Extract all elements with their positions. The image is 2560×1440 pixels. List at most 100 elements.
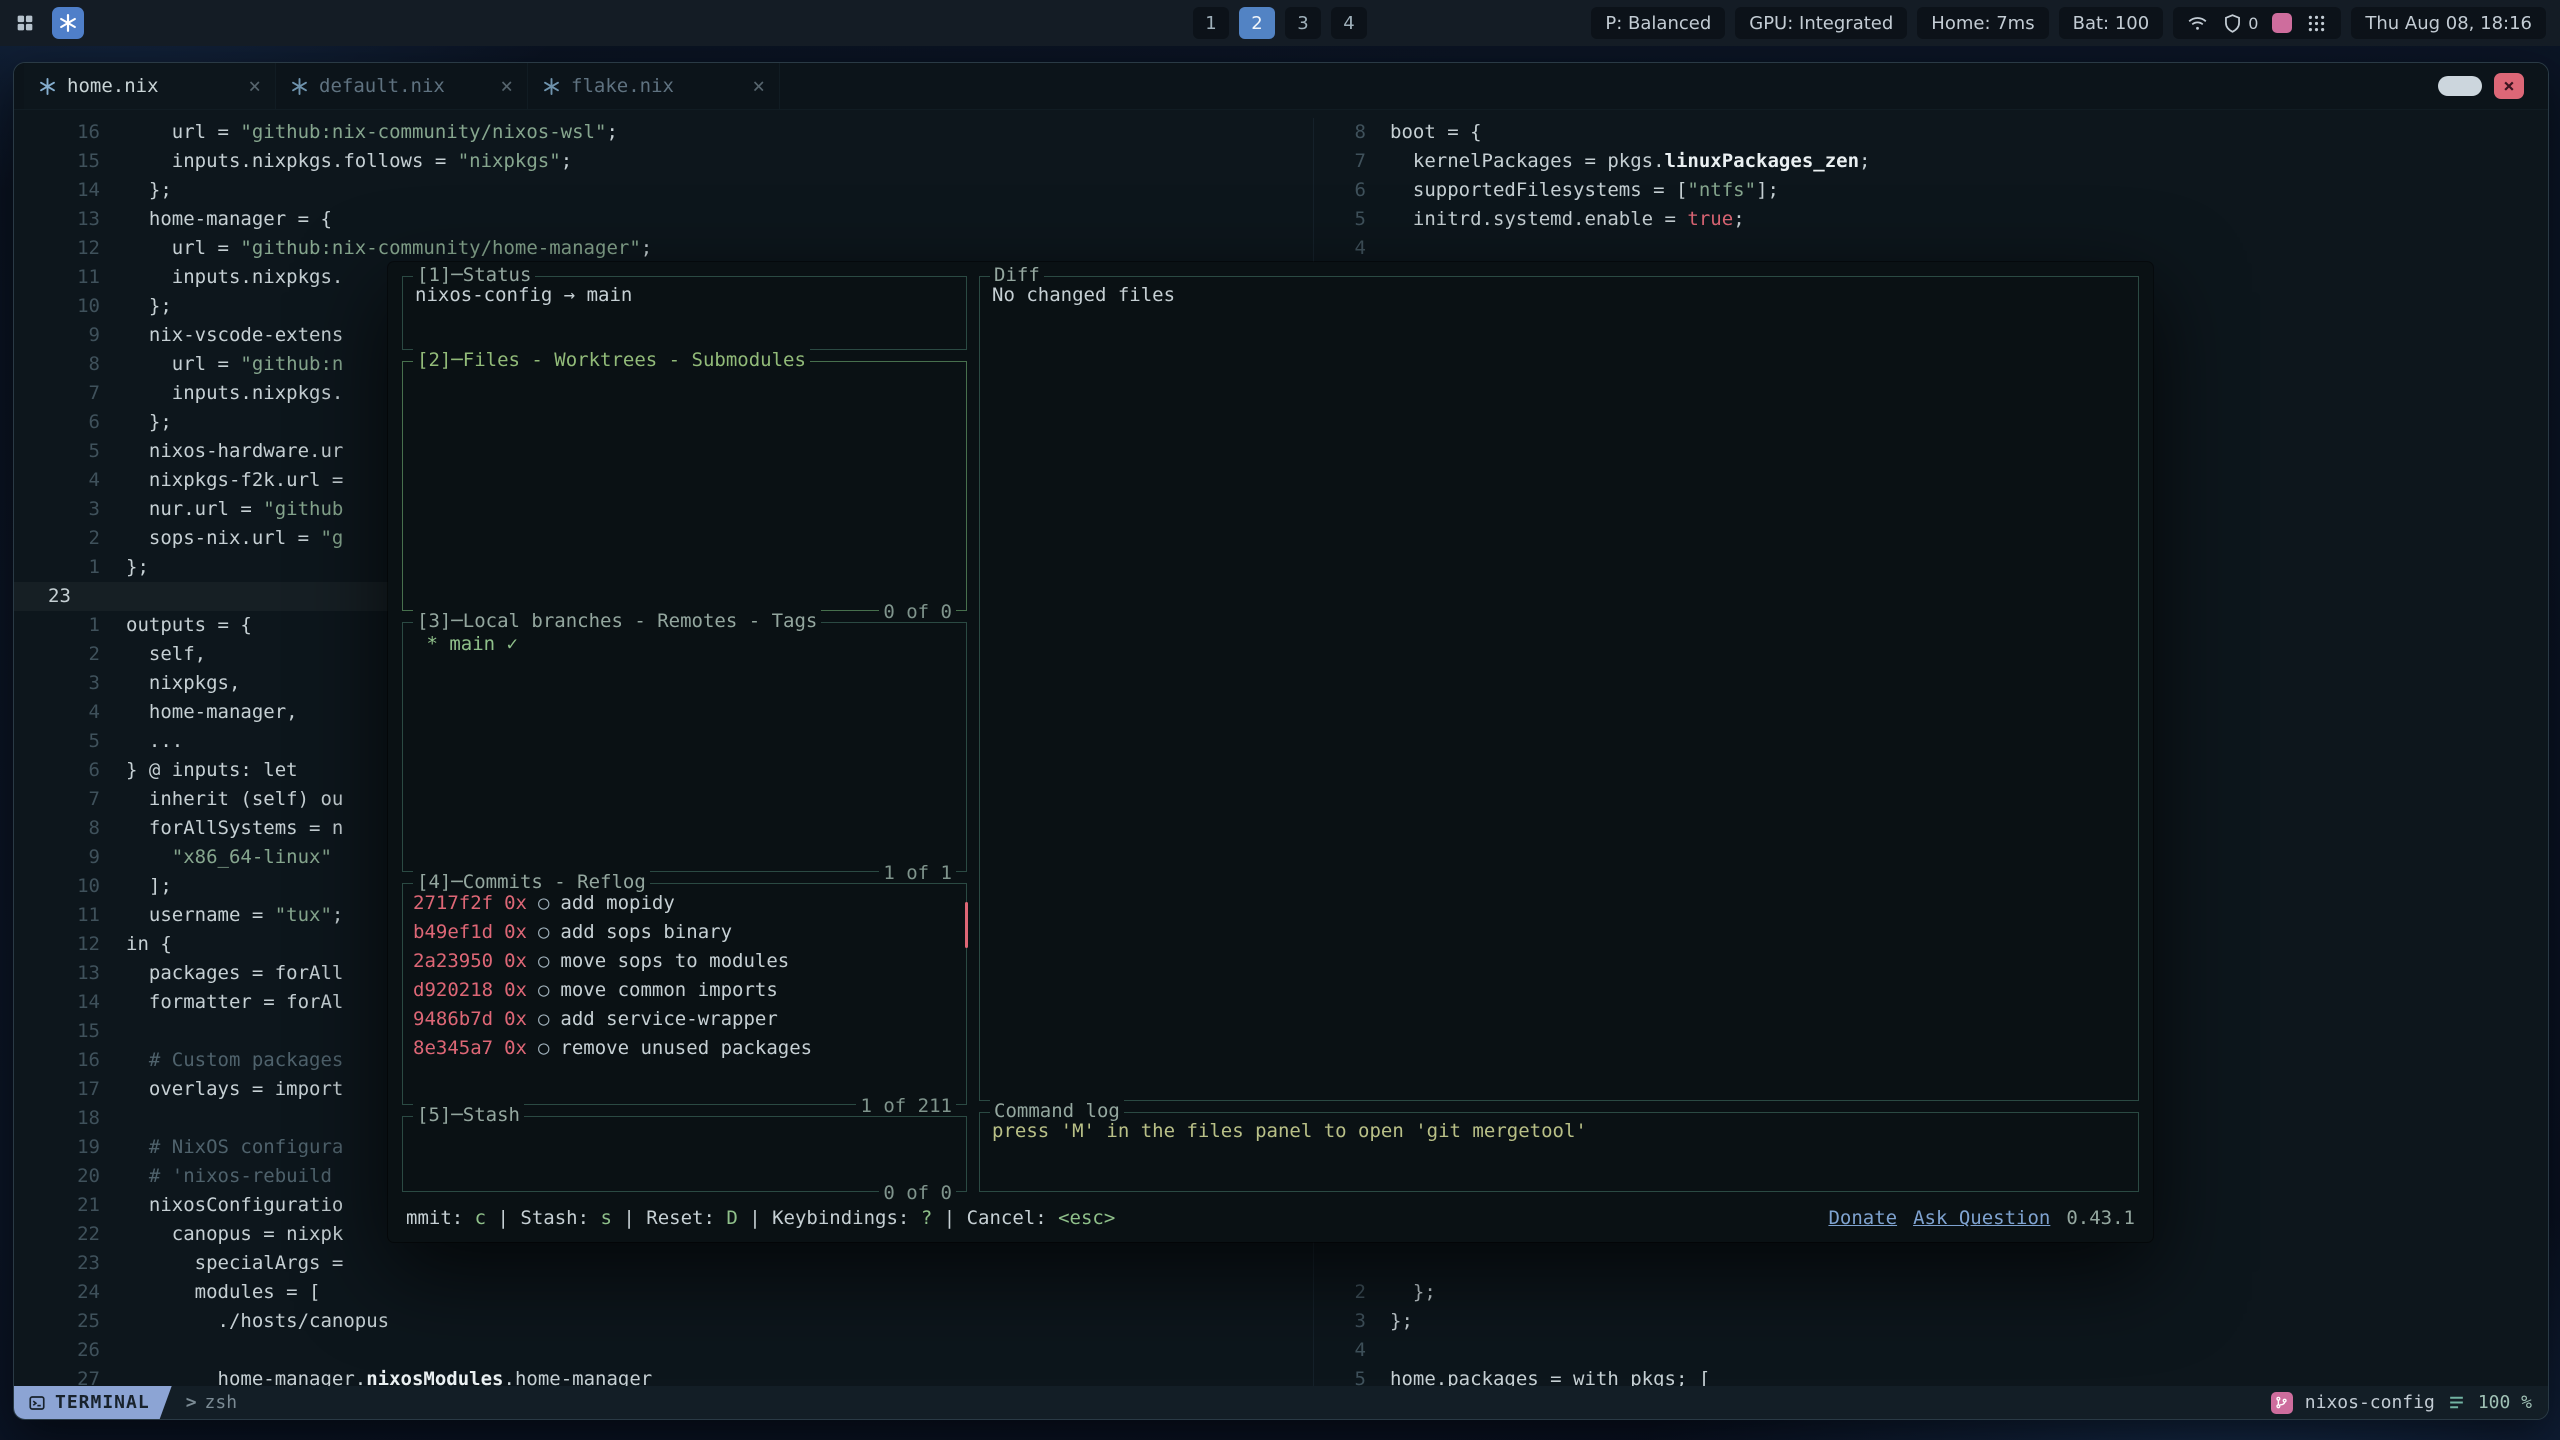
- panel-title: [4]─Commits - Reflog: [413, 871, 650, 893]
- code-line: 4: [1314, 1336, 2548, 1365]
- code-line: 3};: [1314, 1307, 2548, 1336]
- shell-indicator: > zsh: [186, 1392, 237, 1413]
- workspace-switcher: 1234: [1193, 7, 1367, 39]
- version-label: 0.43.1: [2066, 1207, 2135, 1229]
- code-line: 12 url = "github:nix-community/home-mana…: [14, 234, 1313, 263]
- panel-title: [1]─Status: [413, 264, 535, 286]
- repo-name: nixos-config: [2305, 1392, 2435, 1413]
- code-line: 4: [1314, 234, 2548, 263]
- shield-icon[interactable]: 0: [2222, 13, 2258, 34]
- tab-home.nix[interactable]: home.nix ×: [24, 63, 276, 109]
- workspace-button-4[interactable]: 4: [1331, 7, 1367, 39]
- code-line: 2 };: [1314, 1278, 2548, 1307]
- status-item: Bat: 100: [2059, 7, 2164, 39]
- clock: Thu Aug 08, 18:16: [2351, 7, 2546, 39]
- status-item: P: Balanced: [1591, 7, 1725, 39]
- shield-count: 0: [2248, 14, 2258, 33]
- lazygit-diff-panel[interactable]: Diff No changed files: [979, 276, 2139, 1101]
- code-line: 13 home-manager = {: [14, 205, 1313, 234]
- system-stats: P: Balanced GPU: Integrated Home: 7ms Bat: …: [1591, 7, 2163, 39]
- code-line: 5home.packages = with pkgs; [: [1314, 1365, 2548, 1386]
- commit-row[interactable]: 2717f2f0x○add mopidy: [413, 889, 956, 918]
- code-line: 27 home-manager.nixosModules.home-manage…: [14, 1365, 1313, 1386]
- lazygit-files-panel[interactable]: [2]─Files - Worktrees - Submodules 0 of …: [402, 361, 967, 611]
- commit-row[interactable]: d9202180x○move common imports: [413, 976, 956, 1005]
- lazygit-status-panel[interactable]: [1]─Status nixos-config → main: [402, 276, 967, 350]
- git-repo-icon: [2271, 1392, 2293, 1414]
- nix-logo-icon[interactable]: [52, 7, 84, 39]
- panel-title: Diff: [990, 264, 1044, 286]
- code-line: 16 url = "github:nix-community/nixos-wsl…: [14, 118, 1313, 147]
- branch-item[interactable]: * main ✓: [415, 630, 954, 659]
- mode-label: TERMINAL: [55, 1392, 150, 1413]
- code-line: 23 specialArgs =: [14, 1249, 1313, 1278]
- scroll-percent: 100 %: [2478, 1392, 2532, 1413]
- window-pill-button[interactable]: [2438, 76, 2482, 96]
- code-line: 25 ./hosts/canopus: [14, 1307, 1313, 1336]
- window-controls: ×: [2438, 73, 2524, 99]
- donate-link[interactable]: Donate: [1828, 1207, 1897, 1229]
- nix-snowflake-icon: [290, 77, 309, 96]
- system-tray: 0: [2173, 7, 2341, 39]
- lazygit-overlay: [1]─Status nixos-config → main [2]─Files…: [388, 262, 2153, 1242]
- code-line: 7 kernelPackages = pkgs.linuxPackages_ze…: [1314, 147, 2548, 176]
- ask-question-link[interactable]: Ask Question: [1913, 1207, 2050, 1229]
- workspace-button-2[interactable]: 2: [1239, 7, 1275, 39]
- code-line: 15 inputs.nixpkgs.follows = "nixpkgs";: [14, 147, 1313, 176]
- status-item: Home: 7ms: [1917, 7, 2048, 39]
- launcher-icon[interactable]: [14, 12, 36, 34]
- tab-bar: home.nix × default.nix × flake.nix ×: [14, 63, 2548, 110]
- tab-flake.nix[interactable]: flake.nix ×: [528, 63, 780, 109]
- tab-close-icon[interactable]: ×: [752, 74, 765, 98]
- panel-title: [2]─Files - Worktrees - Submodules: [413, 349, 810, 371]
- code-line: 6 supportedFilesystems = ["ntfs"];: [1314, 176, 2548, 205]
- lazygit-stash-panel[interactable]: [5]─Stash 0 of 0: [402, 1116, 967, 1192]
- shell-prompt-icon: >: [186, 1392, 197, 1413]
- terminal-icon: [28, 1394, 46, 1412]
- list-icon: [2447, 1393, 2466, 1412]
- desktop: { "colors":{"accent_blue":"#5283c4","pin…: [0, 0, 2560, 1440]
- code-line: [1314, 1249, 2548, 1278]
- nix-snowflake-icon: [542, 77, 561, 96]
- commit-row[interactable]: 2a239500x○move sops to modules: [413, 947, 956, 976]
- tab-label: default.nix: [319, 75, 445, 97]
- commit-list: 2717f2f0x○add mopidyb49ef1d0x○add sops b…: [403, 884, 966, 1068]
- panel-title: Command log: [990, 1100, 1124, 1122]
- code-line: 14 };: [14, 176, 1313, 205]
- code-line: 8boot = {: [1314, 118, 2548, 147]
- tab-close-icon[interactable]: ×: [248, 74, 261, 98]
- top-status-bar: 1234 P: Balanced GPU: Integrated Home: 7ms…: [0, 0, 2560, 46]
- wifi-icon[interactable]: [2187, 13, 2208, 34]
- shell-name: zsh: [205, 1392, 238, 1413]
- panel-count: 1 of 211: [856, 1095, 956, 1117]
- tab-close-icon[interactable]: ×: [500, 74, 513, 98]
- commit-row[interactable]: b49ef1d0x○add sops binary: [413, 918, 956, 947]
- pink-tray-icon[interactable]: [2272, 13, 2292, 33]
- commit-row[interactable]: 9486b7d0x○add service-wrapper: [413, 1005, 956, 1034]
- apps-grid-icon[interactable]: [2306, 13, 2327, 34]
- statusline: TERMINAL > zsh nixos-config 100 %: [14, 1386, 2548, 1419]
- tab-default.nix[interactable]: default.nix ×: [276, 63, 528, 109]
- status-item: GPU: Integrated: [1735, 7, 1907, 39]
- commits-scrollbar[interactable]: [965, 902, 968, 948]
- keybinding-hints: mmit: c | Stash: s | Reset: D | Keybindi…: [406, 1207, 1115, 1229]
- commit-row[interactable]: 8e345a70x○remove unused packages: [413, 1034, 956, 1063]
- panel-title: [5]─Stash: [413, 1104, 524, 1126]
- panel-title: [3]─Local branches - Remotes - Tags: [413, 610, 821, 632]
- tab-label: home.nix: [67, 75, 159, 97]
- diff-content: No changed files: [980, 277, 2138, 313]
- workspace-button-3[interactable]: 3: [1285, 7, 1321, 39]
- nix-snowflake-icon: [38, 77, 57, 96]
- code-line: 26: [14, 1336, 1313, 1365]
- lazygit-commits-panel[interactable]: [4]─Commits - Reflog 2717f2f0x○add mopid…: [402, 883, 967, 1105]
- code-line: 24 modules = [: [14, 1278, 1313, 1307]
- panel-count: 0 of 0: [879, 1182, 956, 1204]
- window-close-button[interactable]: ×: [2494, 73, 2524, 99]
- tab-label: flake.nix: [571, 75, 674, 97]
- panel-count: 0 of 0: [879, 601, 956, 623]
- lazygit-command-log-panel[interactable]: Command log press 'M' in the files panel…: [979, 1112, 2139, 1192]
- lazygit-branches-panel[interactable]: [3]─Local branches - Remotes - Tags * ma…: [402, 622, 967, 872]
- command-log-content: press 'M' in the files panel to open 'gi…: [980, 1113, 2138, 1149]
- workspace-button-1[interactable]: 1: [1193, 7, 1229, 39]
- terminal-window: home.nix × default.nix × flake.nix × × 16 url…: [13, 62, 2549, 1420]
